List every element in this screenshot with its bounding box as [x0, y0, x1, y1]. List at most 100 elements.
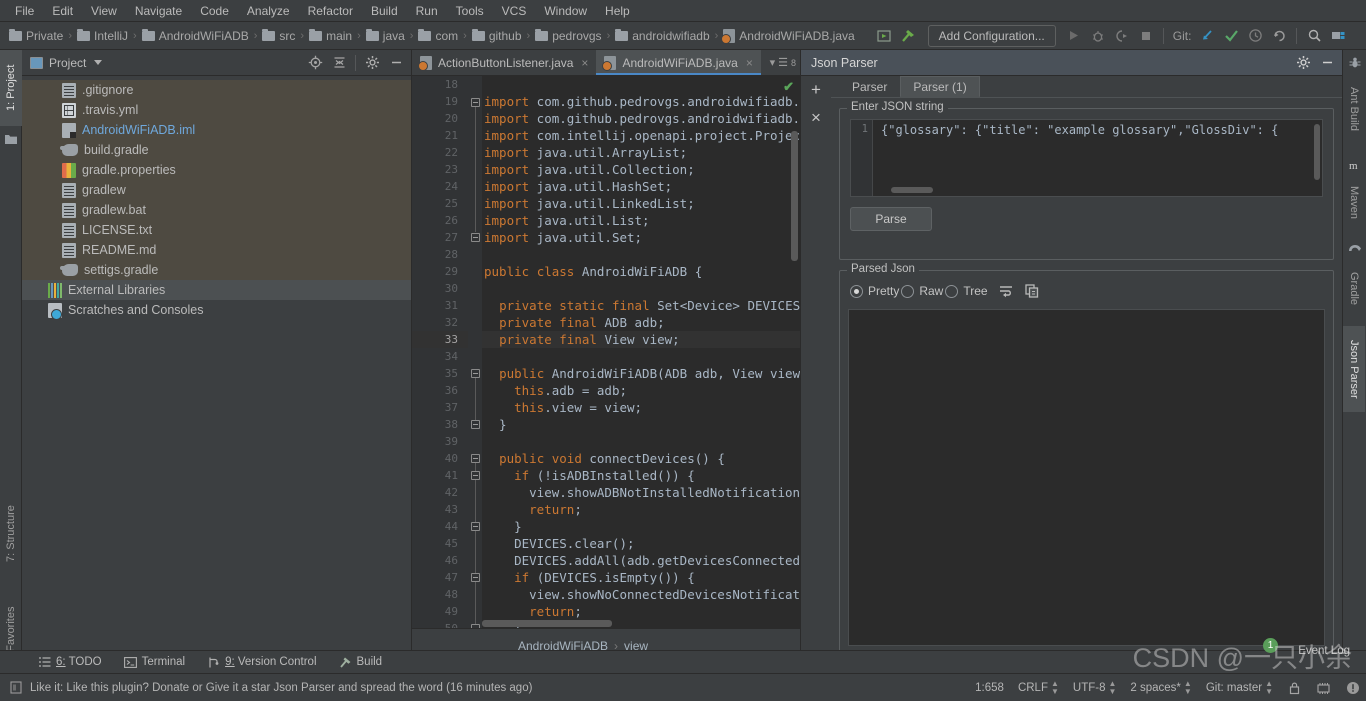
menu-item-help[interactable]: Help — [596, 2, 639, 20]
code-line[interactable]: DEVICES.addAll(adb.getDevicesConnectedBy… — [482, 552, 800, 569]
radio-pretty[interactable]: Pretty — [850, 284, 899, 298]
code-line[interactable]: import java.util.LinkedList; — [482, 195, 800, 212]
breadcrumb-com[interactable]: com — [415, 28, 461, 44]
fold-marker[interactable] — [471, 471, 480, 480]
breadcrumb-github[interactable]: github — [469, 28, 525, 44]
fold-marker[interactable] — [471, 420, 480, 429]
menu-item-vcs[interactable]: VCS — [493, 2, 536, 20]
code-line[interactable]: } — [482, 416, 800, 433]
gutter-line-number[interactable]: 25 — [412, 195, 468, 212]
tab-list-icon[interactable]: ☰ — [778, 56, 788, 69]
collapse-all-icon[interactable] — [328, 52, 350, 74]
code-line[interactable] — [482, 246, 800, 263]
code-line[interactable]: private final ADB adb; — [482, 314, 800, 331]
tree-item-scratches-and-consoles[interactable]: Scratches and Consoles — [22, 300, 411, 320]
menu-item-window[interactable]: Window — [535, 2, 596, 20]
menu-item-navigate[interactable]: Navigate — [126, 2, 191, 20]
hide-panel-icon[interactable] — [1316, 52, 1338, 74]
breadcrumb-src[interactable]: src — [259, 28, 298, 44]
editor-vertical-scrollbar[interactable] — [791, 131, 798, 261]
json-parser-tab-parser[interactable]: Parser — [839, 76, 900, 97]
bottom-item-build[interactable]: Build — [329, 654, 393, 671]
gear-icon[interactable] — [361, 52, 383, 74]
bottom-item-todo[interactable]: 6: TODO — [28, 654, 112, 671]
gutter-line-number[interactable]: 45 — [412, 535, 468, 552]
editor-horizontal-scrollbar[interactable] — [482, 620, 612, 627]
gutter-line-number[interactable]: 30 — [412, 280, 468, 297]
gutter-line-number[interactable]: 38 — [412, 416, 468, 433]
tree-item-readme-md[interactable]: README.md — [22, 240, 411, 260]
chevron-down-icon[interactable]: ▾ — [770, 56, 776, 69]
gutter-line-number[interactable]: 21 — [412, 127, 468, 144]
json-input-value[interactable]: {"glossary": {"title": "example glossary… — [881, 123, 1308, 137]
code-line[interactable]: import java.util.Set; — [482, 229, 800, 246]
gutter-line-number[interactable]: 22 — [412, 144, 468, 161]
tree-item-license-txt[interactable]: LICENSE.txt — [22, 220, 411, 240]
code-line[interactable]: import java.util.HashSet; — [482, 178, 800, 195]
gutter-line-number[interactable]: 24 — [412, 178, 468, 195]
notification-icon[interactable] — [10, 681, 22, 694]
status-message[interactable]: Like it: Like this plugin? Donate or Giv… — [30, 682, 532, 694]
caret-position[interactable]: 1:658 — [975, 682, 1004, 694]
gutter-line-number[interactable]: 18 — [412, 76, 468, 93]
sidebar-item-maven[interactable]: Maven — [1343, 174, 1365, 232]
code-line[interactable]: DEVICES.clear(); — [482, 535, 800, 552]
breadcrumb-pedrovgs[interactable]: pedrovgs — [532, 28, 604, 44]
run-in-context-icon[interactable] — [872, 25, 896, 47]
code-line[interactable]: this.adb = adb; — [482, 382, 800, 399]
bottom-item-version-control[interactable]: 9: Version Control — [197, 654, 326, 671]
breadcrumb-java[interactable]: java — [363, 28, 408, 44]
code-line[interactable]: if (DEVICES.isEmpty()) { — [482, 569, 800, 586]
editor-tab-actionbuttonlistener[interactable]: ActionButtonListener.java × — [412, 50, 596, 75]
code-line[interactable]: private static final Set<Device> DEVICES… — [482, 297, 800, 314]
run-button[interactable] — [1062, 25, 1086, 47]
breadcrumb-main[interactable]: main — [306, 28, 355, 44]
memory-indicator-icon[interactable] — [1316, 680, 1331, 695]
sidebar-item-project[interactable]: 1: Project — [0, 50, 22, 126]
sidebar-item-gradle[interactable]: Gradle — [1343, 258, 1365, 320]
breadcrumb-private[interactable]: Private — [6, 28, 66, 44]
tree-item-gitignore[interactable]: .gitignore — [22, 80, 411, 100]
code-line[interactable]: import com.github.pedrovgs.androidwifiad… — [482, 93, 800, 110]
breadcrumb-intellij[interactable]: IntelliJ — [74, 28, 131, 44]
menu-item-tools[interactable]: Tools — [447, 2, 493, 20]
git-history-icon[interactable] — [1243, 25, 1267, 47]
add-configuration-button[interactable]: Add Configuration... — [927, 24, 1056, 47]
editor-fold-column[interactable] — [468, 76, 482, 628]
gutter-line-number[interactable]: 32 — [412, 314, 468, 331]
menu-item-run[interactable]: Run — [407, 2, 447, 20]
parse-button[interactable]: Parse — [850, 207, 932, 231]
code-line[interactable] — [482, 433, 800, 450]
bottom-item-terminal[interactable]: Terminal — [114, 654, 195, 671]
json-input-editor[interactable]: 1 {"glossary": {"title": "example glossa… — [850, 119, 1323, 197]
code-line[interactable]: return; — [482, 603, 800, 620]
parsed-json-output[interactable] — [848, 309, 1325, 646]
copy-icon[interactable] — [1024, 283, 1040, 299]
close-parser-tab-button[interactable]: × — [801, 104, 831, 132]
menu-item-analyze[interactable]: Analyze — [238, 2, 299, 20]
fold-marker[interactable] — [471, 369, 480, 378]
fold-marker[interactable] — [471, 522, 480, 531]
gutter-line-number[interactable]: 42 — [412, 484, 468, 501]
fold-marker[interactable] — [471, 98, 480, 107]
project-structure-icon[interactable] — [1326, 25, 1350, 47]
stop-button[interactable] — [1134, 25, 1158, 47]
gutter-line-number[interactable]: 44 — [412, 518, 468, 535]
code-line[interactable]: this.view = view; — [482, 399, 800, 416]
gutter-line-number[interactable]: 40 — [412, 450, 468, 467]
tree-item-androidwifiadb-iml[interactable]: AndroidWiFiADB.iml — [22, 120, 411, 140]
code-line[interactable]: view.showADBNotInstalledNotification(); — [482, 484, 800, 501]
code-line[interactable]: import java.util.Collection; — [482, 161, 800, 178]
code-line[interactable]: import java.util.ArrayList; — [482, 144, 800, 161]
gutter-line-number[interactable]: 20 — [412, 110, 468, 127]
breadcrumb-androidwifiadb-root[interactable]: AndroidWiFiADB — [139, 28, 252, 44]
code-line[interactable]: } — [482, 518, 800, 535]
code-line[interactable]: public class AndroidWiFiADB { — [482, 263, 800, 280]
code-line[interactable]: return; — [482, 501, 800, 518]
gutter-line-number[interactable]: 23 — [412, 161, 468, 178]
editor-tab-actions[interactable]: ▾ ☰ 8 — [770, 50, 800, 75]
close-icon[interactable]: × — [581, 56, 588, 70]
add-parser-tab-button[interactable]: + — [801, 76, 831, 104]
json-input-vertical-scrollbar[interactable] — [1314, 124, 1320, 180]
code-line[interactable]: import java.util.List; — [482, 212, 800, 229]
